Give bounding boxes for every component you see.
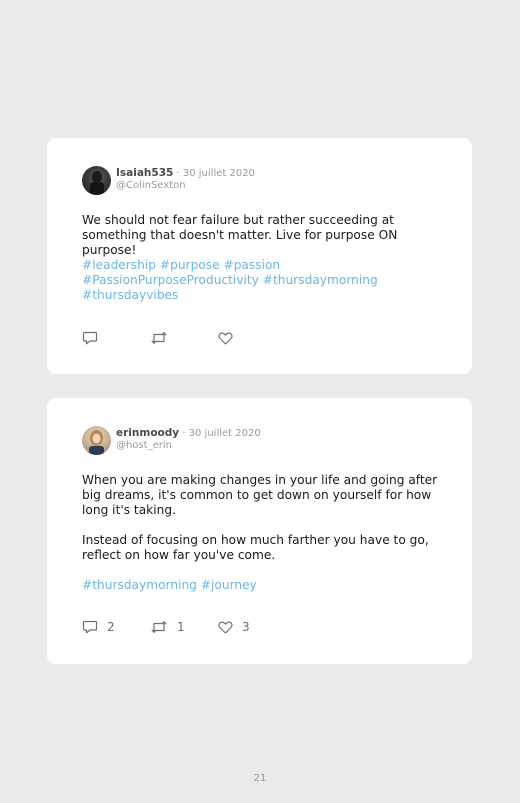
avatar[interactable]: [82, 166, 111, 195]
name-line: Isaiah535 · 30 juillet 2020: [116, 167, 255, 180]
page-number: 21: [253, 773, 267, 784]
retweet-count: 1: [177, 620, 185, 634]
tweet-actions: 2 1 3: [82, 619, 250, 635]
tweet-identity: erinmoody · 30 juillet 2020 @host_erin: [116, 426, 261, 452]
user-handle[interactable]: @host_erin: [116, 440, 261, 452]
tweet-date: · 30 juillet 2020: [173, 168, 255, 179]
name-line: erinmoody · 30 juillet 2020: [116, 427, 261, 440]
like-count: 3: [242, 620, 250, 634]
reply-button[interactable]: [82, 331, 150, 345]
tweet-actions: [82, 330, 242, 346]
like-button[interactable]: [218, 331, 242, 345]
reply-count: 2: [107, 620, 115, 634]
reply-icon: [82, 331, 98, 345]
tweet-card: Isaiah535 · 30 juillet 2020 @ColinSexton…: [47, 138, 472, 374]
tweet-hashtags[interactable]: #leadership #purpose #passion #PassionPu…: [82, 258, 442, 303]
tweet-header: erinmoody · 30 juillet 2020 @host_erin: [82, 426, 261, 455]
tweet-identity: Isaiah535 · 30 juillet 2020 @ColinSexton: [116, 166, 255, 192]
retweet-icon: [151, 331, 167, 345]
tweet-header: Isaiah535 · 30 juillet 2020 @ColinSexton: [82, 166, 255, 195]
tweet-text: We should not fear failure but rather su…: [82, 213, 442, 303]
tweet-card: erinmoody · 30 juillet 2020 @host_erin W…: [47, 398, 472, 664]
avatar-portrait-icon: [89, 430, 104, 455]
user-handle[interactable]: @ColinSexton: [116, 180, 255, 192]
like-icon: [218, 620, 233, 634]
retweet-button[interactable]: [150, 331, 218, 345]
reply-icon: [82, 620, 98, 634]
tweet-hashtags[interactable]: #thursdaymorning #journey: [82, 578, 442, 593]
tweet-paragraph: We should not fear failure but rather su…: [82, 213, 398, 257]
tweet-date: · 30 juillet 2020: [179, 428, 261, 439]
username[interactable]: Isaiah535: [116, 167, 173, 179]
retweet-button[interactable]: 1: [150, 620, 218, 634]
retweet-icon: [151, 620, 167, 634]
like-button[interactable]: 3: [218, 620, 250, 634]
username[interactable]: erinmoody: [116, 427, 179, 439]
avatar[interactable]: [82, 426, 111, 455]
reply-button[interactable]: 2: [82, 620, 150, 634]
avatar-silhouette-icon: [90, 171, 104, 195]
like-icon: [218, 331, 233, 345]
tweet-paragraph: When you are making changes in your life…: [82, 473, 438, 517]
tweet-text: When you are making changes in your life…: [82, 473, 442, 593]
tweet-paragraph: Instead of focusing on how much farther …: [82, 533, 429, 562]
